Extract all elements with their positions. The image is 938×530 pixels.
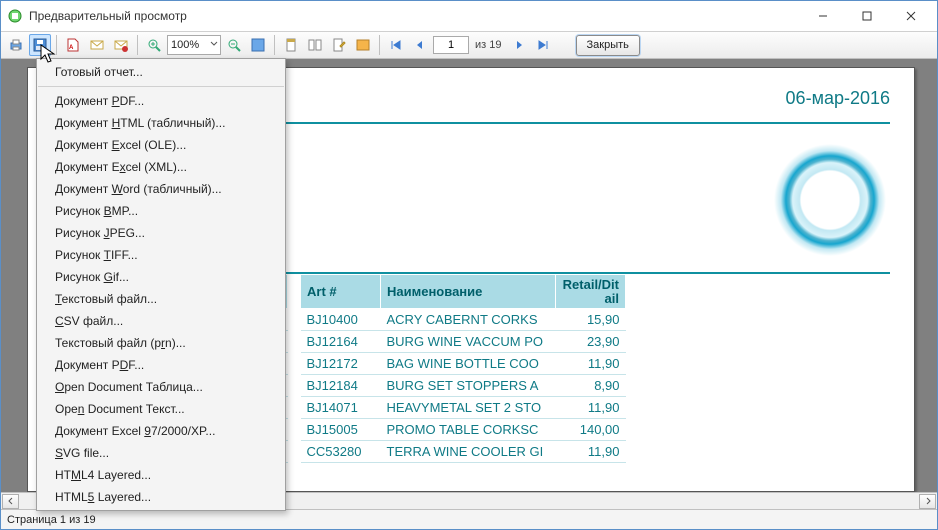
col-art: Art #: [301, 275, 381, 309]
pdf-button[interactable]: A: [62, 34, 84, 56]
highlight-button[interactable]: [352, 34, 374, 56]
export-menu-item[interactable]: Документ Excel (OLE)...: [37, 134, 285, 156]
export-menu-item[interactable]: Документ HTML (табличный)...: [37, 112, 285, 134]
page-setup-button[interactable]: [280, 34, 302, 56]
cell-name-right: PROMO TABLE CORKSC: [381, 419, 556, 441]
cell-price-right: 11,90: [556, 353, 626, 375]
page-number-input[interactable]: [433, 36, 469, 54]
two-page-button[interactable]: [304, 34, 326, 56]
export-menu-item[interactable]: Документ Word (табличный)...: [37, 178, 285, 200]
preview-window: Предварительный просмотр A 100% из 19 За…: [0, 0, 938, 530]
scroll-right-button[interactable]: [919, 494, 936, 509]
cell-art: BJ14071: [301, 397, 381, 419]
cell-name-right: BAG WINE BOTTLE COO: [381, 353, 556, 375]
export-menu-item[interactable]: SVG file...: [37, 442, 285, 464]
cell-name-right: BURG SET STOPPERS A: [381, 375, 556, 397]
edit-page-button[interactable]: [328, 34, 350, 56]
status-text: Страница 1 из 19: [7, 514, 96, 526]
export-menu-item[interactable]: Рисунок JPEG...: [37, 222, 285, 244]
cell-name-right: BURG WINE VACCUM PO: [381, 331, 556, 353]
export-menu-item[interactable]: Документ PDF...: [37, 354, 285, 376]
cell-art: BJ12164: [301, 331, 381, 353]
zoom-in-button[interactable]: [143, 34, 165, 56]
zoom-out-button[interactable]: [223, 34, 245, 56]
cell-art: BJ12184: [301, 375, 381, 397]
print-button[interactable]: [5, 34, 27, 56]
maximize-button[interactable]: [845, 2, 889, 30]
export-menu-item[interactable]: Документ Excel 97/2000/XP...: [37, 420, 285, 442]
cell-price-right: 11,90: [556, 397, 626, 419]
close-window-button[interactable]: [889, 2, 933, 30]
status-bar: Страница 1 из 19: [1, 509, 937, 529]
cell-art: BJ12172: [301, 353, 381, 375]
cell-price-right: 15,90: [556, 309, 626, 331]
export-menu-item[interactable]: Документ Excel (XML)...: [37, 156, 285, 178]
export-menu-item[interactable]: Рисунок BMP...: [37, 200, 285, 222]
col-retail-right: Retail/Ditail: [556, 275, 626, 309]
titlebar: Предварительный просмотр: [1, 1, 937, 31]
first-page-button[interactable]: [385, 34, 407, 56]
export-menu-item[interactable]: HTML5 Layered...: [37, 486, 285, 508]
export-menu-item[interactable]: Open Document Таблица...: [37, 376, 285, 398]
export-menu-item[interactable]: Рисунок TIFF...: [37, 244, 285, 266]
cell-price-right: 140,00: [556, 419, 626, 441]
email-pdf-button[interactable]: [110, 34, 132, 56]
close-preview-label: Закрыть: [587, 39, 629, 51]
minimize-button[interactable]: [801, 2, 845, 30]
export-menu-item[interactable]: Рисунок Gif...: [37, 266, 285, 288]
export-menu-item[interactable]: Текстовый файл...: [37, 288, 285, 310]
scroll-left-button[interactable]: [2, 494, 19, 509]
export-menu-item[interactable]: CSV файл...: [37, 310, 285, 332]
fullscreen-button[interactable]: [247, 34, 269, 56]
email-button[interactable]: [86, 34, 108, 56]
window-title: Предварительный просмотр: [29, 9, 801, 23]
company-logo: [770, 140, 890, 260]
document-date: 06-мар-2016: [786, 88, 890, 109]
separator: [379, 35, 380, 55]
app-icon: [7, 8, 23, 24]
zoom-value: 100%: [171, 39, 199, 51]
export-menu-item[interactable]: Документ PDF...: [37, 90, 285, 112]
close-preview-button[interactable]: Закрыть: [576, 35, 640, 56]
cell-art: CC53280: [301, 441, 381, 463]
export-menu: Готовый отчет...Документ PDF...Документ …: [36, 58, 286, 511]
export-menu-item[interactable]: Готовый отчет...: [37, 61, 285, 83]
cell-name-right: ACRY CABERNT CORKS: [381, 309, 556, 331]
cell-art: BJ15005: [301, 419, 381, 441]
export-menu-item[interactable]: Open Document Текст...: [37, 398, 285, 420]
svg-text:A: A: [69, 45, 74, 51]
toolbar: A 100% из 19 Закрыть: [1, 31, 937, 59]
cell-name-right: TERRA WINE COOLER GI: [381, 441, 556, 463]
col-name-right: Наименование: [381, 275, 556, 309]
cell-price-right: 11,90: [556, 441, 626, 463]
export-menu-item[interactable]: HTML4 Layered...: [37, 464, 285, 486]
save-button[interactable]: [29, 34, 51, 56]
export-menu-item[interactable]: Текстовый файл (prn)...: [37, 332, 285, 354]
last-page-button[interactable]: [532, 34, 554, 56]
separator: [137, 35, 138, 55]
separator: [274, 35, 275, 55]
cell-price-right: 8,90: [556, 375, 626, 397]
next-page-button[interactable]: [508, 34, 530, 56]
chevron-down-icon: [210, 39, 218, 51]
cell-name-right: HEAVYMETAL SET 2 STO: [381, 397, 556, 419]
separator: [56, 35, 57, 55]
prev-page-button[interactable]: [409, 34, 431, 56]
cell-price-right: 23,90: [556, 331, 626, 353]
page-total-label: из 19: [475, 39, 502, 51]
cell-art: BJ10400: [301, 309, 381, 331]
menu-separator: [38, 86, 284, 87]
zoom-combo[interactable]: 100%: [167, 35, 221, 55]
